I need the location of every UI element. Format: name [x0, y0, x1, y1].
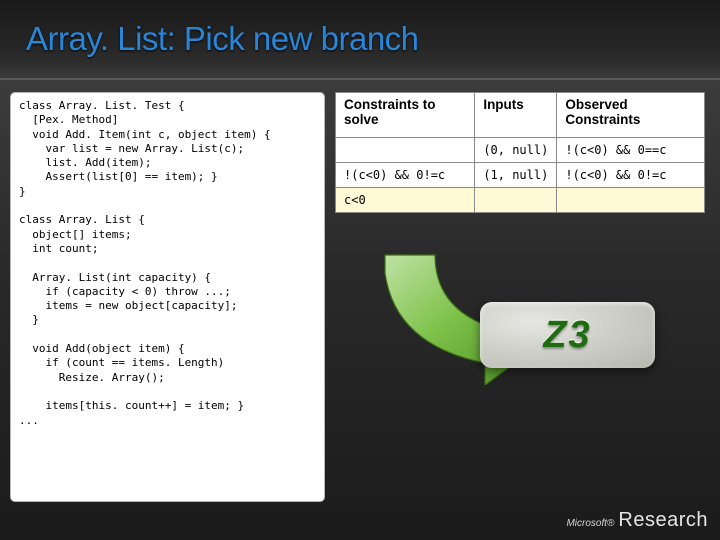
table-row: (0, null)!(c<0) && 0==c	[336, 138, 705, 163]
code-box: class Array. List. Test { [Pex. Method] …	[10, 92, 325, 502]
table-cell: c<0	[336, 188, 475, 213]
table-cell: (1, null)	[475, 163, 557, 188]
brand-research: Research	[618, 509, 708, 532]
table-cell	[336, 138, 475, 163]
col-constraints: Constraints to solve	[336, 93, 475, 138]
table-cell: !(c<0) && 0!=c	[557, 163, 705, 188]
brand-logo: Microsoft® Research	[566, 509, 708, 532]
table-cell: (0, null)	[475, 138, 557, 163]
constraint-table: Constraints to solve Inputs Observed Con…	[335, 92, 705, 213]
table-row: c<0	[336, 188, 705, 213]
table-row: !(c<0) && 0!=c(1, null)!(c<0) && 0!=c	[336, 163, 705, 188]
col-observed: Observed Constraints	[557, 93, 705, 138]
slide-stage: class Array. List. Test { [Pex. Method] …	[0, 80, 720, 540]
table-header-row: Constraints to solve Inputs Observed Con…	[336, 93, 705, 138]
table-cell	[475, 188, 557, 213]
brand-ms: Microsoft®	[566, 518, 614, 529]
table-cell: !(c<0) && 0==c	[557, 138, 705, 163]
slide-title: Array. List: Pick new branch	[26, 20, 419, 58]
title-band: Array. List: Pick new branch	[0, 0, 720, 80]
solver-logo: Z3	[480, 302, 655, 368]
col-inputs: Inputs	[475, 93, 557, 138]
table-cell	[557, 188, 705, 213]
solver-logo-text: Z3	[543, 314, 591, 357]
table-cell: !(c<0) && 0!=c	[336, 163, 475, 188]
